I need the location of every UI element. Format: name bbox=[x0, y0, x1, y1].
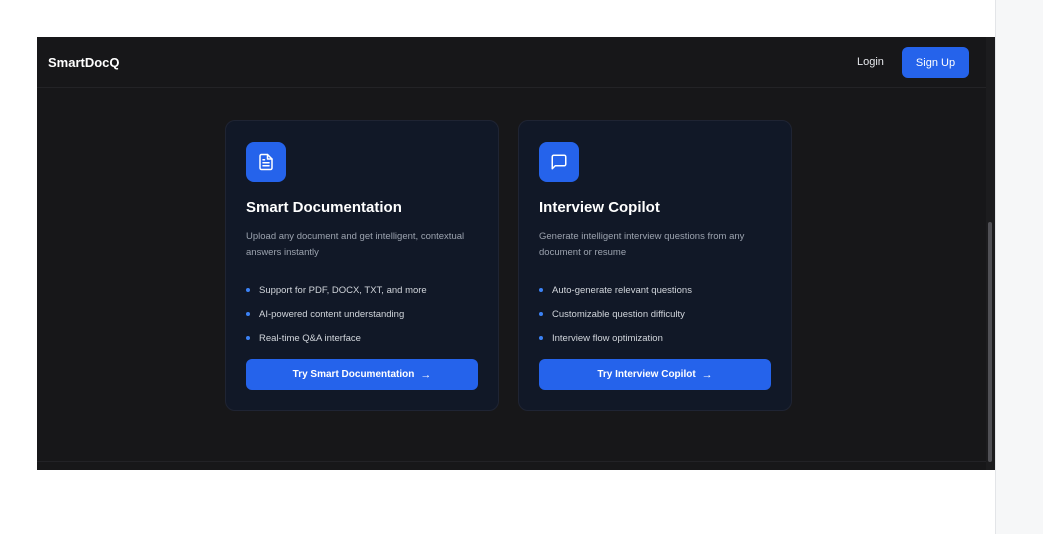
footer-divider bbox=[37, 461, 986, 462]
app-window: SmartDocQ Login Sign Up Smart Documentat… bbox=[37, 37, 986, 470]
bullet-icon bbox=[246, 312, 250, 316]
card-description: Generate intelligent interview questions… bbox=[539, 231, 745, 258]
arrow-right-icon: → bbox=[420, 368, 432, 381]
brand-logo[interactable]: SmartDocQ bbox=[48, 55, 120, 70]
feature-item: Support for PDF, DOCX, TXT, and more bbox=[246, 278, 427, 302]
feature-item: Real-time Q&A interface bbox=[246, 326, 427, 350]
feature-item: Interview flow optimization bbox=[539, 326, 692, 350]
scrollbar-thumb[interactable] bbox=[988, 222, 992, 462]
button-label: Try Interview Copilot bbox=[597, 369, 696, 380]
feature-label: Real-time Q&A interface bbox=[259, 332, 361, 344]
document-icon bbox=[246, 142, 286, 182]
arrow-right-icon: → bbox=[701, 368, 713, 381]
card-title: Smart Documentation bbox=[246, 199, 402, 216]
bullet-icon bbox=[539, 336, 543, 340]
feature-item: AI-powered content understanding bbox=[246, 302, 427, 326]
card-interview-copilot: Interview Copilot Generate intelligent i… bbox=[518, 120, 792, 411]
bullet-icon bbox=[246, 336, 250, 340]
feature-label: Interview flow optimization bbox=[552, 332, 663, 344]
feature-item: Auto-generate relevant questions bbox=[539, 278, 692, 302]
feature-label: Customizable question difficulty bbox=[552, 308, 685, 320]
card-smart-documentation: Smart Documentation Upload any document … bbox=[225, 120, 499, 411]
bullet-icon bbox=[539, 312, 543, 316]
feature-list: Auto-generate relevant questions Customi… bbox=[539, 278, 692, 350]
signup-button[interactable]: Sign Up bbox=[902, 47, 969, 78]
bullet-icon bbox=[539, 288, 543, 292]
vertical-scrollbar[interactable] bbox=[986, 37, 995, 470]
try-smart-documentation-button[interactable]: Try Smart Documentation → bbox=[246, 359, 478, 390]
chat-bubble-icon bbox=[539, 142, 579, 182]
feature-label: AI-powered content understanding bbox=[259, 308, 405, 320]
bullet-icon bbox=[246, 288, 250, 292]
right-side-panel bbox=[995, 0, 1043, 534]
button-label: Try Smart Documentation bbox=[292, 369, 415, 380]
card-description: Upload any document and get intelligent,… bbox=[246, 231, 465, 258]
card-title: Interview Copilot bbox=[539, 199, 660, 216]
login-link[interactable]: Login bbox=[857, 56, 884, 68]
feature-label: Support for PDF, DOCX, TXT, and more bbox=[259, 284, 427, 296]
navbar: SmartDocQ Login Sign Up bbox=[37, 37, 986, 88]
feature-label: Auto-generate relevant questions bbox=[552, 284, 692, 296]
feature-list: Support for PDF, DOCX, TXT, and more AI-… bbox=[246, 278, 427, 350]
feature-item: Customizable question difficulty bbox=[539, 302, 692, 326]
try-interview-copilot-button[interactable]: Try Interview Copilot → bbox=[539, 359, 771, 390]
